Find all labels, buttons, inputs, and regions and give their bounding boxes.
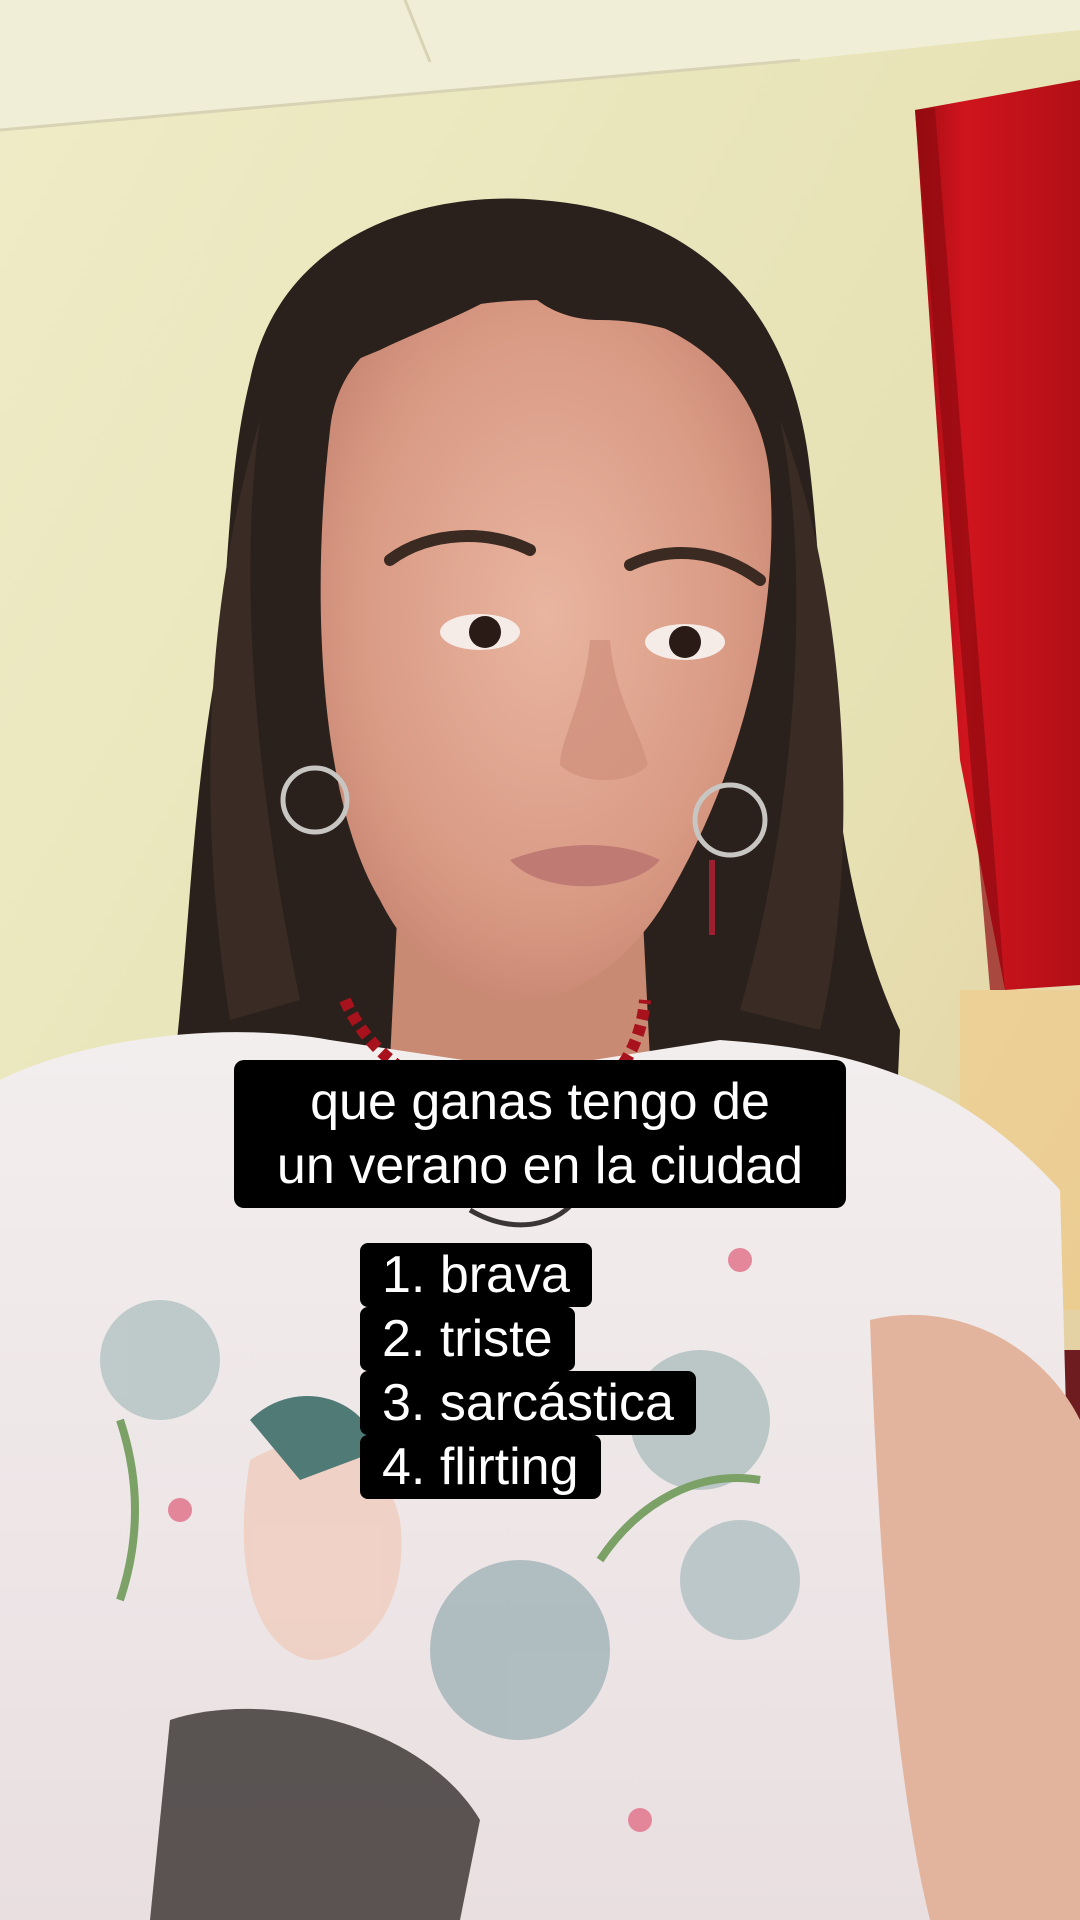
video-frame: que ganas tengo de un verano en la ciuda… [0,0,1080,1920]
list-item: 4. flirting [360,1435,601,1499]
list-item: 3. sarcástica [360,1371,696,1435]
caption-line-1: que ganas tengo de [310,1073,770,1131]
caption-line-2: un verano en la ciudad [276,1137,804,1195]
list-item: 2. triste [360,1307,575,1371]
caption-text-box: que ganas tengo de un verano en la ciuda… [234,1060,846,1208]
list-item: 1. brava [360,1243,592,1307]
background-scene [0,0,1080,1920]
